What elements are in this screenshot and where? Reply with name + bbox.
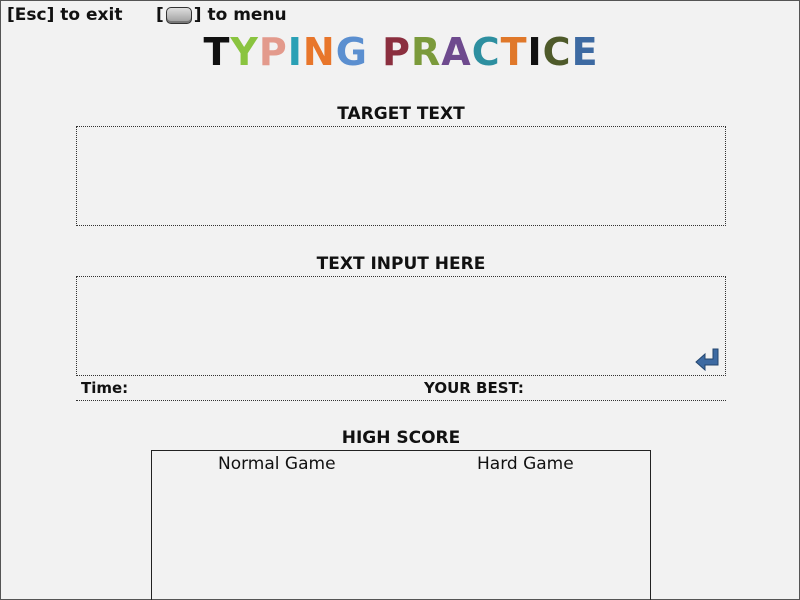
- exit-hint: [Esc] to exit: [7, 5, 122, 25]
- high-score-table: Normal Game Hard Game: [151, 450, 651, 600]
- title-letter: R: [411, 30, 442, 74]
- menu-hint-open-bracket: [: [156, 5, 164, 25]
- title-letter: C: [542, 30, 572, 74]
- title-letter: I: [287, 30, 303, 74]
- title-letter: Y: [230, 30, 259, 74]
- title-letter: [368, 30, 382, 74]
- title-letter: T: [203, 30, 231, 74]
- title-letter: C: [471, 30, 501, 74]
- exit-hint-text: [Esc] to exit: [7, 5, 123, 25]
- target-text-box: [76, 126, 726, 226]
- high-score-label: HIGH SCORE: [341, 428, 461, 448]
- title-letter: P: [258, 30, 288, 74]
- title-letter: P: [382, 30, 412, 74]
- your-best-label: YOUR BEST:: [424, 379, 524, 397]
- menu-hint-text: ] to menu: [193, 5, 287, 25]
- text-input-box[interactable]: [76, 276, 726, 376]
- title-letter: I: [527, 30, 543, 74]
- title-letter: E: [571, 30, 599, 74]
- title-letter: G: [335, 30, 368, 74]
- menu-hint: [ ] to menu: [156, 5, 287, 25]
- enter-return-icon[interactable]: [694, 347, 720, 373]
- keyboard-key-icon: [165, 6, 192, 24]
- title-letter: N: [302, 30, 336, 74]
- game-title: TYPING PRACTICE: [1, 29, 800, 75]
- normal-game-header: Normal Game: [218, 454, 336, 474]
- target-text-label: TARGET TEXT: [337, 104, 465, 124]
- game-window: [Esc] to exit [ ] to menu TYPING PRACTIC…: [0, 0, 800, 600]
- title-letter: A: [441, 30, 472, 74]
- stats-divider: [76, 400, 726, 401]
- hard-game-header: Hard Game: [477, 454, 574, 474]
- text-input-label: TEXT INPUT HERE: [316, 254, 486, 274]
- title-letter: T: [500, 30, 528, 74]
- time-label: Time:: [81, 379, 129, 397]
